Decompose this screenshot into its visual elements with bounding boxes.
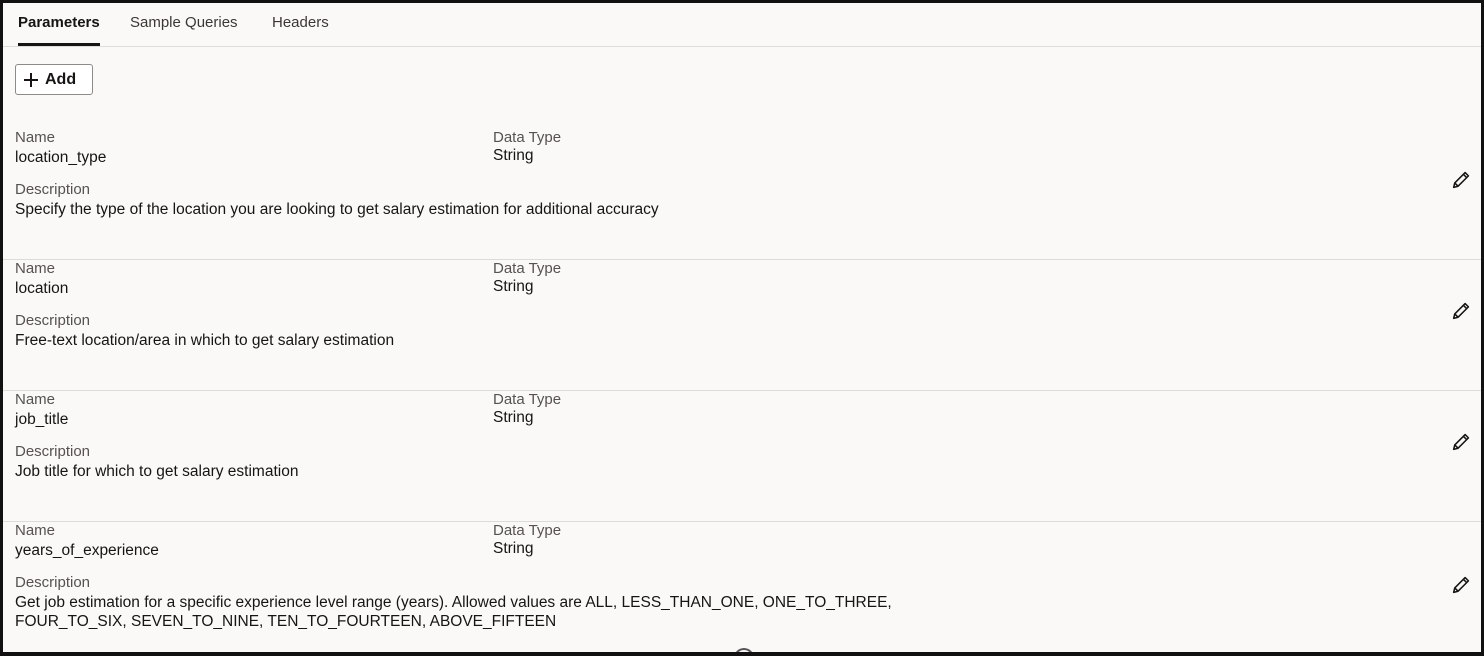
parameter-data-type: String <box>493 278 534 295</box>
tab-headers[interactable]: Headers <box>272 13 329 46</box>
parameter-name: location_type <box>15 149 107 166</box>
parameter-description: Free-text location/area in which to get … <box>15 332 395 349</box>
edit-parameter-button[interactable] <box>1450 574 1476 600</box>
add-parameter-button[interactable]: Add <box>15 64 93 95</box>
edit-parameter-button[interactable] <box>1450 169 1476 195</box>
data-type-label: Data Type <box>493 522 562 539</box>
tab-parameters[interactable]: Parameters <box>18 13 100 46</box>
parameter-row: Name location Data Type String Descripti… <box>3 260 1481 391</box>
data-type-label: Data Type <box>493 391 562 408</box>
description-label: Description <box>15 443 91 460</box>
parameter-name: years_of_experience <box>15 542 159 559</box>
tab-sample-queries[interactable]: Sample Queries <box>130 13 238 46</box>
edit-parameter-button[interactable] <box>1450 300 1476 326</box>
parameter-description: Get job estimation for a specific experi… <box>15 594 892 630</box>
pencil-icon <box>1452 433 1470 451</box>
plus-icon <box>24 72 38 87</box>
parameter-name: location <box>15 280 69 297</box>
data-type-label: Data Type <box>493 129 562 146</box>
parameter-data-type: String <box>493 147 534 164</box>
description-label: Description <box>15 181 91 198</box>
name-label: Name <box>15 522 56 539</box>
pencil-icon <box>1452 302 1470 320</box>
data-type-label: Data Type <box>493 260 562 277</box>
description-label: Description <box>15 574 91 591</box>
pencil-icon <box>1452 576 1470 594</box>
edit-parameter-button[interactable] <box>1450 431 1476 457</box>
parameters-panel: Parameters Sample Queries Headers Add Na… <box>0 0 1484 656</box>
parameter-name: job_title <box>15 411 69 428</box>
parameter-row: Name years_of_experience Data Type Strin… <box>3 522 1481 652</box>
parameter-description: Job title for which to get salary estima… <box>15 463 299 480</box>
pencil-icon <box>1452 171 1470 189</box>
parameter-row: Name job_title Data Type String Descript… <box>3 391 1481 522</box>
name-label: Name <box>15 129 56 146</box>
name-label: Name <box>15 391 56 408</box>
add-button-label: Add <box>45 70 77 88</box>
parameter-data-type: String <box>493 409 534 426</box>
name-label: Name <box>15 260 56 277</box>
tab-bar: Parameters Sample Queries Headers <box>3 3 1481 47</box>
parameter-description: Specify the type of the location you are… <box>15 201 659 218</box>
description-label: Description <box>15 312 91 329</box>
parameter-data-type: String <box>493 540 534 557</box>
parameter-row: Name location_type Data Type String Desc… <box>3 129 1481 260</box>
